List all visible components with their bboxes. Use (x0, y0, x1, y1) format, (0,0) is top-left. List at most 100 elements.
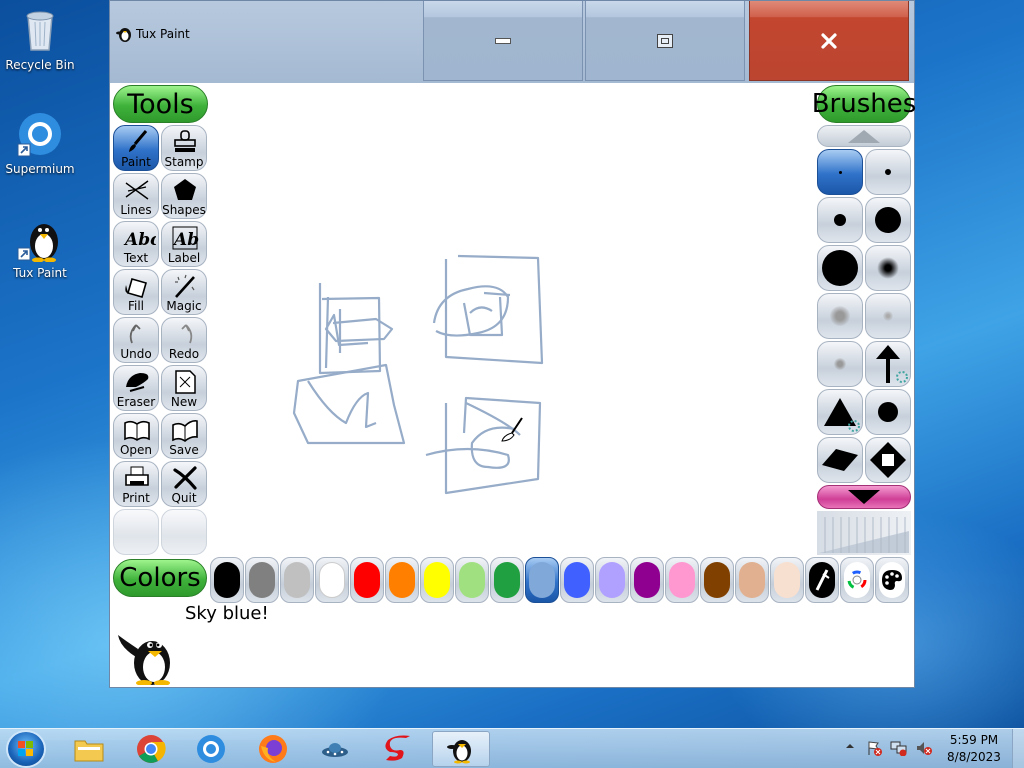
tux-paint-window: Tux Paint Tools Paint Stamp Lines Shapes… (109, 0, 916, 688)
tool-text-button[interactable]: Abc Text (113, 221, 159, 267)
color-swatch-button[interactable] (280, 557, 314, 603)
tool-shapes-button[interactable]: Shapes (161, 173, 207, 219)
taskbar-ufo-app[interactable] (306, 731, 364, 767)
brush-option[interactable] (865, 389, 911, 435)
color-swatch-button[interactable] (735, 557, 769, 603)
desktop-icon-label: Tux Paint (13, 266, 67, 280)
color-swatch-button[interactable] (630, 557, 664, 603)
new-page-icon (175, 370, 196, 394)
tool-save-button[interactable]: Save (161, 413, 207, 459)
brush-option[interactable] (865, 197, 911, 243)
drawing-canvas[interactable] (208, 83, 816, 555)
tool-label-button[interactable]: Ab Label (161, 221, 207, 267)
tool-fill-button[interactable]: Fill (113, 269, 159, 315)
brush-option[interactable] (817, 389, 863, 435)
tool-stamp-button[interactable]: Stamp (161, 125, 207, 171)
brush-option[interactable] (817, 245, 863, 291)
color-picker-button[interactable] (805, 557, 839, 603)
color-swatch-button[interactable] (490, 557, 524, 603)
brush-size-slider[interactable] (817, 511, 911, 555)
brush-option[interactable] (817, 437, 863, 483)
tool-redo-button[interactable]: Redo (161, 317, 207, 363)
tool-label: Open (119, 443, 153, 457)
desktop-icon-label: Recycle Bin (5, 58, 75, 72)
brush-option[interactable] (865, 245, 911, 291)
brush-option[interactable] (865, 437, 911, 483)
window-titlebar[interactable]: Tux Paint (110, 1, 914, 83)
color-swatch-button[interactable] (210, 557, 244, 603)
color-swatch-button[interactable] (525, 557, 559, 603)
desktop-icon-supermium[interactable]: Supermium (0, 110, 80, 176)
lines-icon (125, 180, 149, 200)
color-swatch-button[interactable] (245, 557, 279, 603)
supermium-browser-icon (16, 110, 64, 158)
color-swatch-button[interactable] (560, 557, 594, 603)
minimize-button[interactable] (423, 1, 583, 81)
tool-print-button[interactable]: Print (113, 461, 159, 507)
tool-label: Lines (120, 203, 152, 217)
tool-label: Eraser (116, 395, 156, 409)
tray-network-button[interactable] (890, 740, 908, 759)
color-swatch-button[interactable] (595, 557, 629, 603)
triangle-brush-icon (824, 398, 860, 432)
tool-lines-button[interactable]: Lines (113, 173, 159, 219)
desktop-icon-tux-paint[interactable]: Tux Paint (0, 214, 80, 280)
color-swatch (249, 562, 275, 598)
color-swatch (214, 562, 240, 598)
color-swatch (529, 562, 555, 598)
color-swatch-button[interactable] (315, 557, 349, 603)
color-swatch (424, 562, 450, 598)
desktop-icon-recycle-bin[interactable]: Recycle Bin (0, 6, 80, 72)
color-swatch-button[interactable] (770, 557, 804, 603)
color-wheel-button[interactable] (840, 557, 874, 603)
taskbar-clock[interactable]: 5:59 PM 8/8/2023 (940, 732, 1008, 766)
action-center-flag-icon (868, 741, 882, 756)
show-desktop-button[interactable] (1012, 729, 1024, 768)
color-swatch-button[interactable] (700, 557, 734, 603)
taskbar-tux-paint[interactable] (432, 731, 490, 767)
brushes-scroll-down-button[interactable] (817, 485, 911, 509)
color-swatch-button[interactable] (455, 557, 489, 603)
pentagon-icon (174, 179, 196, 200)
brushes-scroll-up-button[interactable] (817, 125, 911, 147)
colors-header: Colors (113, 559, 207, 597)
close-button[interactable] (749, 1, 909, 81)
tool-eraser-button[interactable]: Eraser (113, 365, 159, 411)
stamp-icon (174, 130, 196, 152)
brush-option[interactable] (817, 149, 863, 195)
tray-volume-button[interactable] (915, 740, 933, 759)
taskbar-chrome[interactable] (122, 731, 180, 767)
tool-open-button[interactable]: Open (113, 413, 159, 459)
tool-quit-button[interactable]: Quit (161, 461, 207, 507)
color-swatch-button[interactable] (420, 557, 454, 603)
palette-button[interactable] (875, 557, 909, 603)
tool-label: Quit (171, 491, 197, 505)
tux-penguin-icon (115, 26, 133, 42)
brush-option[interactable] (865, 149, 911, 195)
show-hidden-icons-button[interactable] (845, 740, 855, 754)
color-swatch-button[interactable] (350, 557, 384, 603)
tool-new-button[interactable]: New (161, 365, 207, 411)
tool-paint-button[interactable]: Paint (113, 125, 159, 171)
brush-option[interactable] (865, 341, 911, 387)
windows-start-button[interactable] (6, 730, 46, 768)
taskbar-firefox[interactable] (244, 731, 302, 767)
brush-option[interactable] (817, 293, 863, 339)
color-swatch-button[interactable] (665, 557, 699, 603)
diamond-brush-icon (870, 442, 906, 478)
tray-flag-button[interactable] (866, 740, 882, 759)
taskbar-file-explorer[interactable] (60, 731, 118, 767)
text-abc-icon: Abc (123, 230, 156, 250)
tool-label: Redo (168, 347, 200, 361)
tux-paint-app: Tools Paint Stamp Lines Shapes Abc Text … (110, 83, 916, 687)
tool-undo-button[interactable]: Undo (113, 317, 159, 363)
brush-option[interactable] (865, 293, 911, 339)
recycle-bin-icon (16, 6, 64, 54)
taskbar-supermium[interactable] (182, 731, 240, 767)
taskbar-red-s-app[interactable] (368, 731, 426, 767)
color-swatch-button[interactable] (385, 557, 419, 603)
tool-magic-button[interactable]: Magic (161, 269, 207, 315)
brush-option[interactable] (817, 341, 863, 387)
brush-option[interactable] (817, 197, 863, 243)
maximize-button[interactable] (585, 1, 745, 81)
